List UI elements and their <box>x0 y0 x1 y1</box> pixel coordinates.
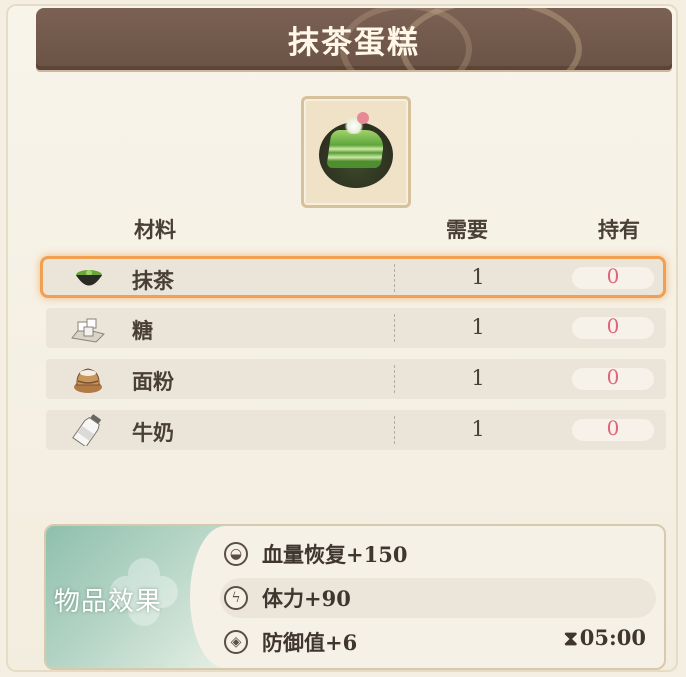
material-have: 0 <box>606 365 620 389</box>
material-need: 1 <box>471 265 485 289</box>
effects-label-panel: 物品效果 <box>46 526 260 668</box>
material-name: 面粉 <box>132 369 174 394</box>
timer-value: 05:00 <box>579 625 646 650</box>
matcha-cake-icon <box>319 112 393 188</box>
have-pill: 0 <box>572 416 654 441</box>
heal-icon: ◒ <box>224 542 248 566</box>
material-need: 1 <box>471 417 485 441</box>
milk-bottle-icon <box>72 414 101 446</box>
sugar-cubes-icon <box>71 318 105 343</box>
effect-row: ◒ 血量恢复+150 <box>220 534 656 574</box>
defense-icon: ◈ <box>224 630 248 654</box>
material-row-sugar[interactable]: 糖 1 0 <box>46 308 666 348</box>
flour-sack-icon <box>74 368 102 393</box>
material-need: 1 <box>471 315 485 339</box>
effect-row: ϟ 体力+90 <box>220 578 656 618</box>
effect-text: 体力+90 <box>262 586 351 611</box>
have-pill: 0 <box>572 314 654 339</box>
recipe-title: 抹茶蛋糕 <box>288 24 420 61</box>
header-need: 需要 <box>446 217 488 242</box>
material-need: 1 <box>471 366 485 390</box>
duration-timer: ⧗05:00 <box>564 625 646 650</box>
material-name: 抹茶 <box>132 268 174 293</box>
material-name: 牛奶 <box>132 420 174 445</box>
header-material: 材料 <box>134 217 176 242</box>
material-have: 0 <box>606 314 620 338</box>
effect-text: 防御值+6 <box>262 630 358 655</box>
have-pill: 0 <box>572 264 654 289</box>
header-have: 持有 <box>598 217 640 242</box>
material-row-flour[interactable]: 面粉 1 0 <box>46 359 666 399</box>
dish-image[interactable] <box>301 96 411 208</box>
effect-text: 血量恢复+150 <box>262 542 408 567</box>
materials-header: 材料 需要 持有 <box>0 212 686 244</box>
have-pill: 0 <box>572 365 654 390</box>
material-have: 0 <box>606 416 620 440</box>
stamina-icon: ϟ <box>224 586 248 610</box>
material-have: 0 <box>606 264 620 288</box>
item-effects-panel: 物品效果 ◒ 血量恢复+150 ϟ 体力+90 ◈ 防御值+6 ⧗05:00 <box>44 524 666 670</box>
matcha-bowl-icon <box>76 270 102 286</box>
material-row-milk[interactable]: 牛奶 1 0 <box>46 410 666 450</box>
material-name: 糖 <box>132 318 153 343</box>
effects-label: 物品效果 <box>54 587 163 617</box>
material-row-matcha[interactable]: 抹茶 1 0 <box>40 256 666 298</box>
title-bar: 抹茶蛋糕 <box>36 8 672 70</box>
hourglass-icon: ⧗ <box>563 626 578 650</box>
